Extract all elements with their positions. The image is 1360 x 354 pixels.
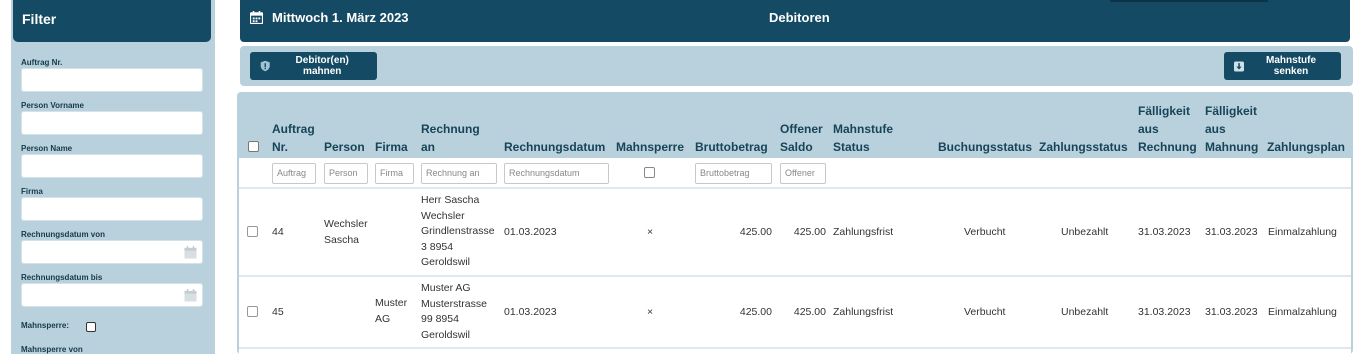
header-mahnsperre[interactable]: Mahnsperre xyxy=(616,138,684,156)
mahnstufe-senken-label: Mahnstufe senken xyxy=(1266,55,1317,77)
toolbar xyxy=(240,46,1353,86)
search-firma-input[interactable]: Firma xyxy=(375,163,414,184)
header-faelligkeit-rechnung[interactable]: Fälligkeit aus Rechnung xyxy=(1138,102,1197,156)
cell-rechnungsdatum: 01.03.2023 xyxy=(504,226,557,238)
cell-zahlungsstatus: Unbezahlt xyxy=(1061,226,1109,238)
cell-zahlungsplan: Einmalzahlung xyxy=(1268,226,1337,238)
filter-title: Filter xyxy=(22,11,57,27)
filter-label-name: Person Name xyxy=(21,144,73,153)
current-date: Mittwoch 1. März 2023 xyxy=(272,10,409,25)
header-rechnung-an[interactable]: Rechnung an xyxy=(421,120,480,156)
cell-zahlungsplan: Einmalzahlung xyxy=(1268,306,1337,318)
page-title: Debitoren xyxy=(769,10,830,25)
cell-bruttobetrag: 425.00 xyxy=(739,226,772,238)
cell-faelligkeit-mahnung: 31.03.2023 xyxy=(1205,226,1258,238)
cell-auftrag: 45 xyxy=(272,306,284,318)
filter-label-firma: Firma xyxy=(21,187,43,196)
cell-offener-saldo: 425.00 xyxy=(793,226,826,238)
header-person[interactable]: Person xyxy=(324,138,365,156)
calendar-icon[interactable] xyxy=(184,246,197,259)
filter-label-mahnsperre: Mahnsperre: xyxy=(21,321,70,330)
debitor-mahnen-label: Debitor(en) mahnen xyxy=(295,55,349,77)
debitor-mahnen-button[interactable]: Debitor(en) mahnen xyxy=(250,52,377,80)
row-checkbox[interactable] xyxy=(247,306,258,317)
search-offener-saldo-input[interactable]: Offener xyxy=(780,163,826,184)
header-zahlungsplan[interactable]: Zahlungsplan xyxy=(1267,138,1345,156)
filter-label-vorname: Person Vorname xyxy=(21,101,84,110)
filter-auftrag-input[interactable] xyxy=(21,68,203,92)
cell-mahnsperre: × xyxy=(647,226,654,238)
search-auftrag-input[interactable]: Auftrag xyxy=(272,163,316,184)
filter-label-datum-von: Rechnungsdatum von xyxy=(21,230,106,239)
cell-rechnung-an: Herr Sascha Wechsler Grindlenstrasse 3 8… xyxy=(421,194,495,268)
header-offener-saldo[interactable]: Offener Saldo xyxy=(780,120,823,156)
filter-sidebar: Filter Auftrag Nr. Person Vorname Person… xyxy=(11,0,215,354)
row-divider xyxy=(239,275,1351,277)
filter-label-auftrag: Auftrag Nr. xyxy=(21,58,63,67)
filter-name-input[interactable] xyxy=(21,154,203,178)
cell-buchungsstatus: Verbucht xyxy=(964,226,1006,238)
header-auftrag-nr[interactable]: Auftrag Nr. xyxy=(272,120,315,156)
search-rechnung-an-input[interactable]: Rechnung an xyxy=(421,163,497,184)
shield-icon xyxy=(260,60,270,72)
row-checkbox[interactable] xyxy=(247,226,258,237)
download-arrow-icon xyxy=(1234,60,1245,72)
cell-mahnstufe: Zahlungsfrist xyxy=(833,226,894,238)
filter-label-datum-bis: Rechnungsdatum bis xyxy=(21,273,103,282)
cell-firma: Muster AG xyxy=(375,297,408,325)
header-faelligkeit-mahnung[interactable]: Fälligkeit aus Mahnung xyxy=(1205,102,1258,156)
filter-datum-bis-input[interactable] xyxy=(21,283,203,307)
cell-faelligkeit-mahnung: 31.03.2023 xyxy=(1205,306,1258,318)
search-rechnungsdatum-input[interactable]: Rechnungsdatum xyxy=(504,163,609,184)
cell-rechnung-an: Muster AG Musterstrasse 99 8954 Geroldsw… xyxy=(421,282,487,341)
calendar-icon[interactable] xyxy=(184,289,197,302)
filter-label-mahnsperre-von: Mahnsperre von xyxy=(21,345,83,354)
filter-vorname-input[interactable] xyxy=(21,111,203,135)
header-rechnungsdatum[interactable]: Rechnungsdatum xyxy=(504,138,605,156)
filter-datum-von-input[interactable] xyxy=(21,240,203,264)
cell-mahnstufe: Zahlungsfrist xyxy=(833,306,894,318)
cell-rechnungsdatum: 01.03.2023 xyxy=(504,306,557,318)
cell-faelligkeit-rechnung: 31.03.2023 xyxy=(1138,226,1191,238)
cell-offener-saldo: 425.00 xyxy=(793,306,826,318)
calendar-icon xyxy=(250,11,263,24)
row-divider xyxy=(239,347,1351,349)
cell-auftrag: 44 xyxy=(272,226,284,238)
header-firma[interactable]: Firma xyxy=(375,138,408,156)
row-divider xyxy=(239,187,1351,189)
search-bruttobetrag-input[interactable]: Bruttobetrag xyxy=(695,163,772,184)
cell-zahlungsstatus: Unbezahlt xyxy=(1061,306,1109,318)
header-buchungsstatus[interactable]: Buchungsstatus xyxy=(938,138,1032,156)
header-zahlungsstatus[interactable]: Zahlungsstatus xyxy=(1039,138,1128,156)
cell-person: Wechsler Sascha xyxy=(324,218,368,246)
cell-mahnsperre: × xyxy=(647,306,654,318)
header-bruttobetrag[interactable]: Bruttobetrag xyxy=(695,138,768,156)
cell-bruttobetrag: 425.00 xyxy=(739,306,772,318)
select-all-checkbox[interactable] xyxy=(248,141,259,152)
search-mahnsperre-checkbox[interactable] xyxy=(644,167,655,178)
cell-faelligkeit-rechnung: 31.03.2023 xyxy=(1138,306,1191,318)
cell-buchungsstatus: Verbucht xyxy=(964,306,1006,318)
header-mahnstufe-status[interactable]: Mahnstufe Status xyxy=(833,120,893,156)
search-person-input[interactable]: Person xyxy=(324,163,368,184)
filter-firma-input[interactable] xyxy=(21,197,203,221)
mahnstufe-senken-button[interactable]: Mahnstufe senken xyxy=(1224,52,1341,80)
filter-header: Filter xyxy=(13,0,211,42)
filter-mahnsperre-checkbox[interactable] xyxy=(86,322,96,332)
header-strip xyxy=(1110,0,1268,2)
